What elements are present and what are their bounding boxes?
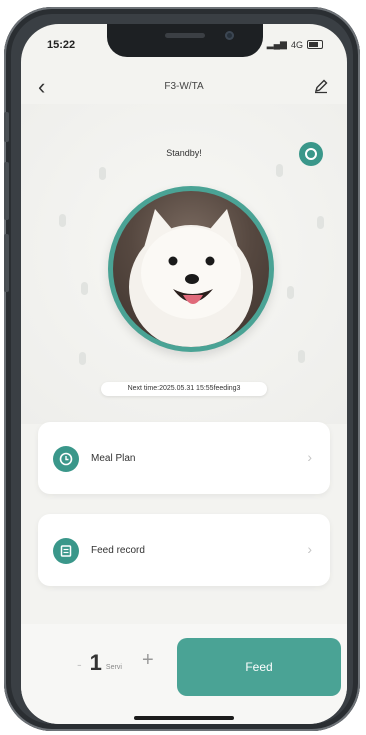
paw-decoration: [298, 350, 305, 363]
signal-icon: ▂▄▆: [266, 39, 287, 49]
feed-button[interactable]: Feed: [177, 638, 341, 696]
feed-record-label: Feed record: [91, 545, 145, 556]
notch: [107, 24, 263, 57]
paw-decoration: [276, 164, 283, 177]
quantity-stepper: - 1 Servi: [77, 652, 122, 674]
camera-badge-icon[interactable]: [299, 142, 323, 166]
battery-icon: [307, 40, 323, 49]
next-feeding-time: Next time:2025.05.31 15:55feeding3: [101, 382, 267, 396]
paw-decoration: [79, 352, 86, 365]
camera-icon: [225, 31, 234, 40]
network-label: 4G: [290, 39, 303, 50]
chevron-right-icon: ›: [307, 449, 312, 465]
side-button: [4, 112, 9, 142]
chevron-right-icon: ›: [307, 541, 312, 557]
speaker: [165, 33, 205, 38]
quantity-plus-button[interactable]: +: [142, 650, 154, 670]
clock-icon: [53, 446, 79, 472]
status-time: 15:22: [47, 39, 76, 51]
list-icon: [53, 538, 79, 564]
meal-plan-label: Meal Plan: [91, 453, 136, 464]
dog-photo: [129, 209, 253, 347]
pet-avatar-ring[interactable]: [108, 186, 274, 352]
volume-down-button: [4, 234, 9, 292]
quantity-minus-button[interactable]: -: [77, 654, 82, 674]
feed-record-card[interactable]: Feed record ›: [38, 514, 330, 586]
page-title: F3-W/TA: [164, 81, 204, 92]
meal-plan-card[interactable]: Meal Plan ›: [38, 422, 330, 494]
quantity-unit: Servi: [105, 664, 122, 671]
paw-decoration: [81, 282, 88, 295]
status-indicators: ▂▄▆ 4G: [267, 39, 323, 50]
phone-frame: 15:22 ▂▄▆ 4G ‹ F3-W/TA Standby! Next tim…: [4, 7, 360, 731]
pencil-icon[interactable]: [313, 78, 329, 94]
paw-decoration: [317, 216, 324, 229]
quantity-value: 1: [89, 650, 102, 675]
paw-decoration: [287, 286, 294, 299]
paw-decoration: [59, 214, 66, 227]
screen: 15:22 ▂▄▆ 4G ‹ F3-W/TA Standby! Next tim…: [21, 24, 347, 724]
volume-up-button: [4, 162, 9, 220]
home-indicator[interactable]: [134, 716, 234, 720]
pet-avatar: [113, 191, 269, 347]
paw-decoration: [99, 167, 106, 180]
